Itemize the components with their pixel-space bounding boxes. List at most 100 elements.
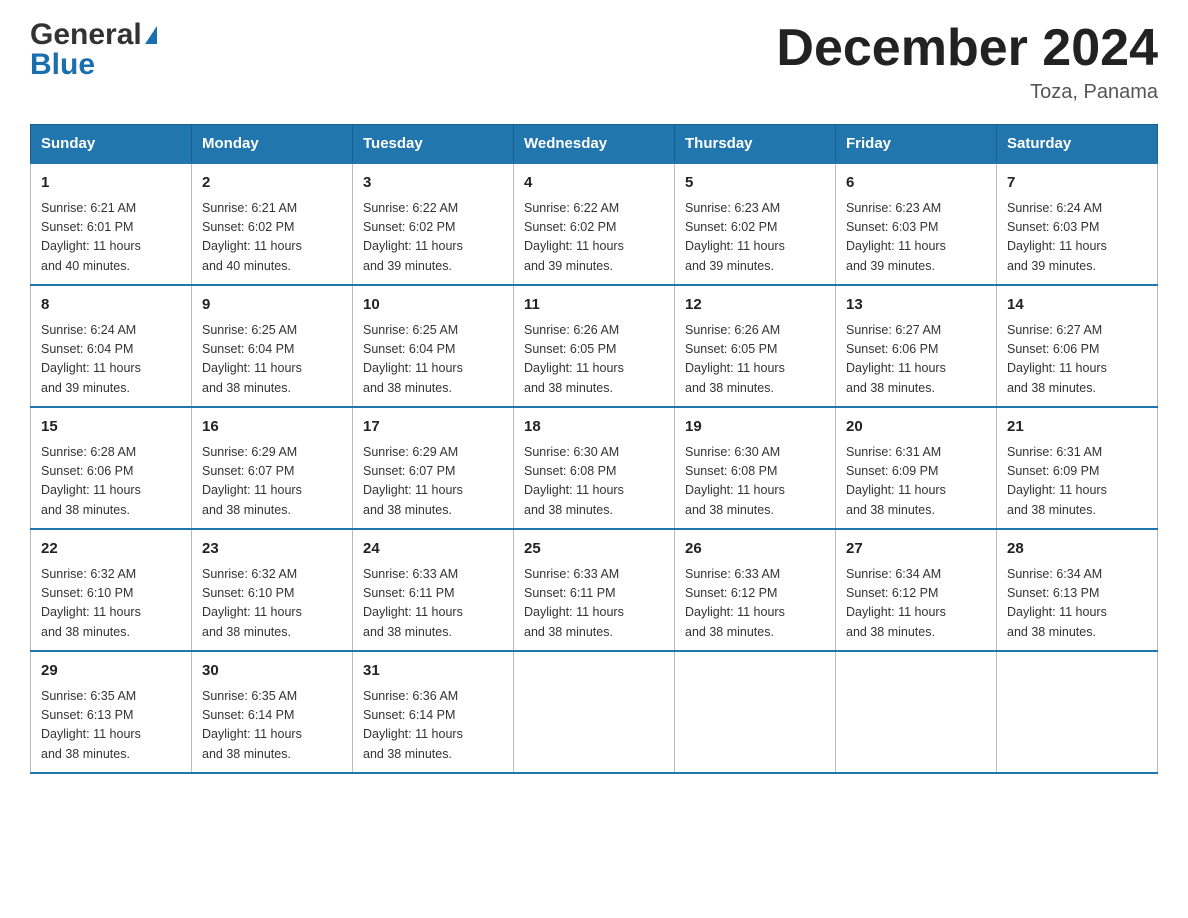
day-number: 7 xyxy=(1007,172,1147,195)
day-info: Sunrise: 6:33 AM Sunset: 6:11 PM Dayligh… xyxy=(363,565,503,643)
day-info: Sunrise: 6:26 AM Sunset: 6:05 PM Dayligh… xyxy=(685,321,825,399)
day-info: Sunrise: 6:35 AM Sunset: 6:14 PM Dayligh… xyxy=(202,687,342,765)
day-number: 8 xyxy=(41,294,181,317)
day-number: 6 xyxy=(846,172,986,195)
day-info: Sunrise: 6:29 AM Sunset: 6:07 PM Dayligh… xyxy=(363,443,503,521)
day-number: 12 xyxy=(685,294,825,317)
day-number: 20 xyxy=(846,416,986,439)
calendar-cell: 17 Sunrise: 6:29 AM Sunset: 6:07 PM Dayl… xyxy=(353,407,514,529)
day-number: 27 xyxy=(846,538,986,561)
calendar-cell: 31 Sunrise: 6:36 AM Sunset: 6:14 PM Dayl… xyxy=(353,651,514,773)
day-number: 29 xyxy=(41,660,181,683)
week-row-5: 29 Sunrise: 6:35 AM Sunset: 6:13 PM Dayl… xyxy=(31,651,1158,773)
day-number: 14 xyxy=(1007,294,1147,317)
week-row-4: 22 Sunrise: 6:32 AM Sunset: 6:10 PM Dayl… xyxy=(31,529,1158,651)
day-number: 25 xyxy=(524,538,664,561)
logo-general-text: General xyxy=(30,20,142,50)
calendar-cell: 15 Sunrise: 6:28 AM Sunset: 6:06 PM Dayl… xyxy=(31,407,192,529)
calendar-cell: 18 Sunrise: 6:30 AM Sunset: 6:08 PM Dayl… xyxy=(514,407,675,529)
day-number: 5 xyxy=(685,172,825,195)
calendar-cell: 29 Sunrise: 6:35 AM Sunset: 6:13 PM Dayl… xyxy=(31,651,192,773)
day-number: 10 xyxy=(363,294,503,317)
day-info: Sunrise: 6:33 AM Sunset: 6:11 PM Dayligh… xyxy=(524,565,664,643)
day-info: Sunrise: 6:32 AM Sunset: 6:10 PM Dayligh… xyxy=(202,565,342,643)
calendar-cell: 9 Sunrise: 6:25 AM Sunset: 6:04 PM Dayli… xyxy=(192,285,353,407)
day-info: Sunrise: 6:32 AM Sunset: 6:10 PM Dayligh… xyxy=(41,565,181,643)
day-info: Sunrise: 6:21 AM Sunset: 6:01 PM Dayligh… xyxy=(41,199,181,277)
day-number: 1 xyxy=(41,172,181,195)
day-info: Sunrise: 6:30 AM Sunset: 6:08 PM Dayligh… xyxy=(524,443,664,521)
calendar-cell: 12 Sunrise: 6:26 AM Sunset: 6:05 PM Dayl… xyxy=(675,285,836,407)
calendar-cell: 30 Sunrise: 6:35 AM Sunset: 6:14 PM Dayl… xyxy=(192,651,353,773)
day-info: Sunrise: 6:27 AM Sunset: 6:06 PM Dayligh… xyxy=(1007,321,1147,399)
day-number: 22 xyxy=(41,538,181,561)
day-info: Sunrise: 6:28 AM Sunset: 6:06 PM Dayligh… xyxy=(41,443,181,521)
day-number: 9 xyxy=(202,294,342,317)
calendar-cell: 26 Sunrise: 6:33 AM Sunset: 6:12 PM Dayl… xyxy=(675,529,836,651)
calendar-cell: 8 Sunrise: 6:24 AM Sunset: 6:04 PM Dayli… xyxy=(31,285,192,407)
calendar-cell: 25 Sunrise: 6:33 AM Sunset: 6:11 PM Dayl… xyxy=(514,529,675,651)
header-monday: Monday xyxy=(192,125,353,164)
day-info: Sunrise: 6:33 AM Sunset: 6:12 PM Dayligh… xyxy=(685,565,825,643)
day-info: Sunrise: 6:22 AM Sunset: 6:02 PM Dayligh… xyxy=(524,199,664,277)
day-info: Sunrise: 6:27 AM Sunset: 6:06 PM Dayligh… xyxy=(846,321,986,399)
day-number: 4 xyxy=(524,172,664,195)
day-number: 21 xyxy=(1007,416,1147,439)
day-info: Sunrise: 6:29 AM Sunset: 6:07 PM Dayligh… xyxy=(202,443,342,521)
calendar-cell: 14 Sunrise: 6:27 AM Sunset: 6:06 PM Dayl… xyxy=(997,285,1158,407)
day-info: Sunrise: 6:21 AM Sunset: 6:02 PM Dayligh… xyxy=(202,199,342,277)
calendar-cell: 23 Sunrise: 6:32 AM Sunset: 6:10 PM Dayl… xyxy=(192,529,353,651)
day-number: 2 xyxy=(202,172,342,195)
day-info: Sunrise: 6:36 AM Sunset: 6:14 PM Dayligh… xyxy=(363,687,503,765)
calendar-cell: 7 Sunrise: 6:24 AM Sunset: 6:03 PM Dayli… xyxy=(997,163,1158,285)
calendar-cell: 11 Sunrise: 6:26 AM Sunset: 6:05 PM Dayl… xyxy=(514,285,675,407)
header-wednesday: Wednesday xyxy=(514,125,675,164)
day-info: Sunrise: 6:25 AM Sunset: 6:04 PM Dayligh… xyxy=(202,321,342,399)
day-number: 30 xyxy=(202,660,342,683)
week-row-3: 15 Sunrise: 6:28 AM Sunset: 6:06 PM Dayl… xyxy=(31,407,1158,529)
header-thursday: Thursday xyxy=(675,125,836,164)
calendar-cell: 10 Sunrise: 6:25 AM Sunset: 6:04 PM Dayl… xyxy=(353,285,514,407)
month-title: December 2024 xyxy=(776,20,1158,77)
header-friday: Friday xyxy=(836,125,997,164)
header-sunday: Sunday xyxy=(31,125,192,164)
calendar-cell: 28 Sunrise: 6:34 AM Sunset: 6:13 PM Dayl… xyxy=(997,529,1158,651)
calendar-cell: 24 Sunrise: 6:33 AM Sunset: 6:11 PM Dayl… xyxy=(353,529,514,651)
calendar-cell xyxy=(836,651,997,773)
calendar-cell: 13 Sunrise: 6:27 AM Sunset: 6:06 PM Dayl… xyxy=(836,285,997,407)
calendar-cell: 20 Sunrise: 6:31 AM Sunset: 6:09 PM Dayl… xyxy=(836,407,997,529)
day-number: 19 xyxy=(685,416,825,439)
week-row-2: 8 Sunrise: 6:24 AM Sunset: 6:04 PM Dayli… xyxy=(31,285,1158,407)
calendar-cell: 6 Sunrise: 6:23 AM Sunset: 6:03 PM Dayli… xyxy=(836,163,997,285)
day-number: 24 xyxy=(363,538,503,561)
calendar-cell: 3 Sunrise: 6:22 AM Sunset: 6:02 PM Dayli… xyxy=(353,163,514,285)
day-number: 13 xyxy=(846,294,986,317)
day-number: 26 xyxy=(685,538,825,561)
header-saturday: Saturday xyxy=(997,125,1158,164)
day-info: Sunrise: 6:31 AM Sunset: 6:09 PM Dayligh… xyxy=(846,443,986,521)
calendar-cell xyxy=(675,651,836,773)
day-info: Sunrise: 6:30 AM Sunset: 6:08 PM Dayligh… xyxy=(685,443,825,521)
day-info: Sunrise: 6:22 AM Sunset: 6:02 PM Dayligh… xyxy=(363,199,503,277)
day-number: 17 xyxy=(363,416,503,439)
logo-blue-text: Blue xyxy=(30,48,95,81)
title-section: December 2024 Toza, Panama xyxy=(776,20,1158,104)
calendar-cell: 5 Sunrise: 6:23 AM Sunset: 6:02 PM Dayli… xyxy=(675,163,836,285)
page-header: General Blue December 2024 Toza, Panama xyxy=(30,20,1158,104)
calendar-cell: 16 Sunrise: 6:29 AM Sunset: 6:07 PM Dayl… xyxy=(192,407,353,529)
day-number: 23 xyxy=(202,538,342,561)
day-number: 11 xyxy=(524,294,664,317)
calendar-cell: 1 Sunrise: 6:21 AM Sunset: 6:01 PM Dayli… xyxy=(31,163,192,285)
calendar-cell: 4 Sunrise: 6:22 AM Sunset: 6:02 PM Dayli… xyxy=(514,163,675,285)
logo: General Blue xyxy=(30,20,157,80)
day-number: 15 xyxy=(41,416,181,439)
day-number: 16 xyxy=(202,416,342,439)
day-info: Sunrise: 6:34 AM Sunset: 6:12 PM Dayligh… xyxy=(846,565,986,643)
day-info: Sunrise: 6:26 AM Sunset: 6:05 PM Dayligh… xyxy=(524,321,664,399)
day-info: Sunrise: 6:24 AM Sunset: 6:03 PM Dayligh… xyxy=(1007,199,1147,277)
day-info: Sunrise: 6:23 AM Sunset: 6:02 PM Dayligh… xyxy=(685,199,825,277)
location-text: Toza, Panama xyxy=(776,81,1158,104)
calendar-cell xyxy=(997,651,1158,773)
day-info: Sunrise: 6:25 AM Sunset: 6:04 PM Dayligh… xyxy=(363,321,503,399)
day-number: 31 xyxy=(363,660,503,683)
